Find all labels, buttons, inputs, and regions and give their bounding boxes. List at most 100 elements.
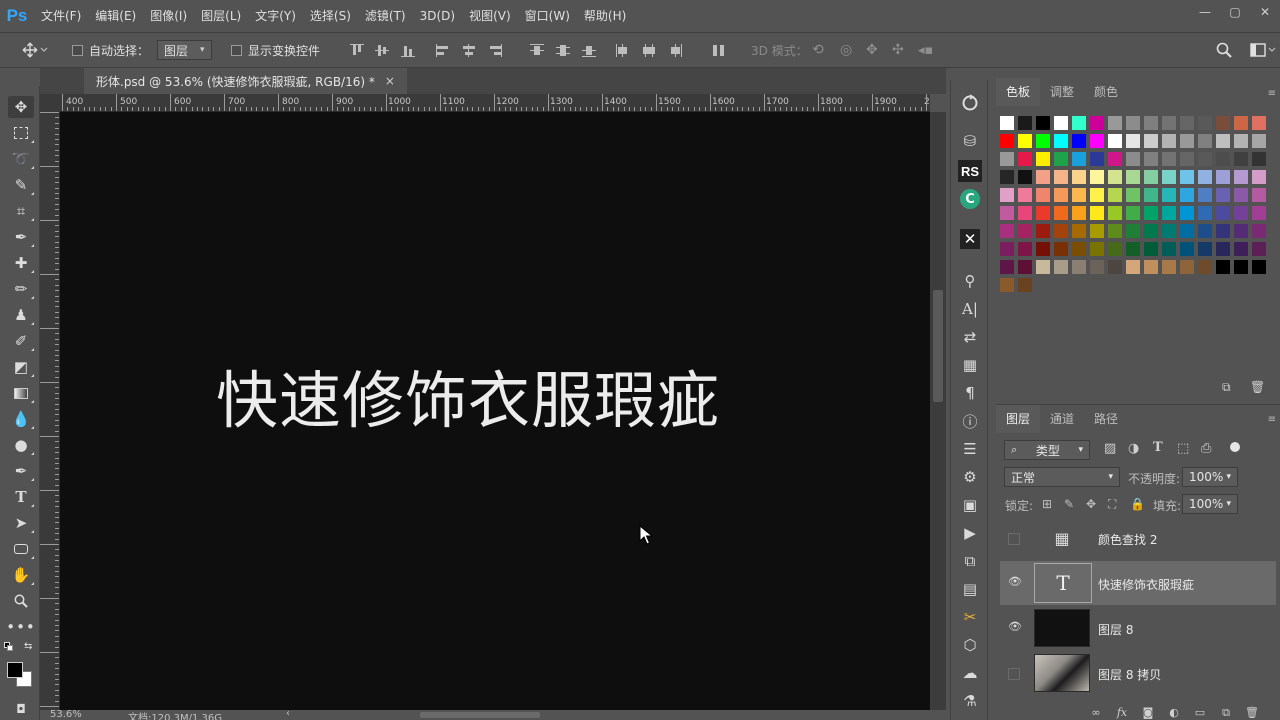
color-swatch[interactable]: [1126, 152, 1140, 166]
distribute-vertical-center-icon[interactable]: [556, 44, 570, 57]
color-swatch[interactable]: [1054, 116, 1068, 130]
color-swatch[interactable]: [1108, 260, 1122, 274]
document-size-info[interactable]: 文档:120.3M/1.36G: [128, 709, 222, 720]
color-swatch[interactable]: [1234, 116, 1248, 130]
color-swatch[interactable]: [1018, 152, 1032, 166]
color-swatch[interactable]: [1108, 224, 1122, 238]
color-swatch[interactable]: [1036, 116, 1050, 130]
color-swatch[interactable]: [1234, 152, 1248, 166]
tab-adjustments[interactable]: 调整: [1040, 78, 1084, 106]
color-swatch[interactable]: [1180, 170, 1194, 184]
link-layers-icon[interactable]: ∞: [1088, 706, 1104, 720]
foreground-color-swatch[interactable]: [7, 662, 23, 678]
layer-row[interactable]: ▦ 颜色查找 2: [1000, 516, 1276, 560]
color-swatch[interactable]: [1000, 224, 1014, 238]
rectangular-marquee-tool-icon[interactable]: [8, 122, 34, 144]
align-left-icon[interactable]: [436, 44, 450, 57]
color-swatch[interactable]: [1162, 206, 1176, 220]
spot-healing-brush-tool-icon[interactable]: ✚: [8, 252, 34, 274]
grid-panel-icon[interactable]: ▦: [958, 354, 982, 376]
color-swatch[interactable]: [1054, 170, 1068, 184]
color-swatch[interactable]: [1216, 134, 1230, 148]
menu-image[interactable]: 图像(I): [143, 0, 194, 32]
filter-type-layer-icon[interactable]: T: [1153, 440, 1163, 455]
color-swatch[interactable]: [1252, 134, 1266, 148]
color-swatch[interactable]: [1162, 134, 1176, 148]
color-swatch[interactable]: [1216, 188, 1230, 202]
color-swatch[interactable]: [1072, 170, 1086, 184]
creative-cloud-icon[interactable]: ☁: [958, 662, 982, 684]
layer-row-selected[interactable]: 👁 T 快速修饰衣服瑕疵: [1000, 561, 1276, 605]
workspace-switcher-icon[interactable]: [1250, 33, 1276, 67]
tab-layers[interactable]: 图层: [996, 405, 1041, 433]
color-swatch[interactable]: [1018, 278, 1032, 292]
filter-smart-object-icon[interactable]: ⎙: [1201, 441, 1211, 456]
color-swatch[interactable]: [1198, 134, 1212, 148]
clone-source-icon[interactable]: ⧉: [958, 550, 982, 572]
move-tool-preset-icon[interactable]: [22, 33, 48, 67]
properties-panel-icon[interactable]: ⚙: [958, 466, 982, 488]
delete-layer-icon[interactable]: 🗑: [1244, 706, 1260, 720]
vertical-ruler[interactable]: [40, 112, 60, 710]
auto-select-checkbox[interactable]: 自动选择：: [72, 33, 149, 67]
color-swatch[interactable]: [1000, 206, 1014, 220]
color-swatch[interactable]: [1216, 224, 1230, 238]
align-right-icon[interactable]: [488, 44, 502, 57]
color-swatch[interactable]: [1180, 260, 1194, 274]
swap-colors-icon[interactable]: ⇆: [24, 641, 32, 652]
brush-tool-icon[interactable]: ✏: [8, 278, 34, 300]
layer-row[interactable]: 图层 8 拷贝: [1000, 651, 1276, 695]
restore-button[interactable]: ▢: [1220, 0, 1250, 24]
color-swatch[interactable]: [1234, 242, 1248, 256]
menu-3d[interactable]: 3D(D): [413, 0, 462, 32]
horizontal-ruler[interactable]: 400 500 600 700 800 900 1000 1100 1200 1…: [60, 94, 930, 112]
color-swatch[interactable]: [1126, 260, 1140, 274]
document-tab[interactable]: 形体.psd @ 53.6% (快速修饰衣服瑕疵, RGB/16) * ×: [84, 68, 407, 94]
layer-name[interactable]: 图层 8: [1098, 621, 1133, 638]
toolbar-grip[interactable]: [0, 68, 40, 86]
eyedropper-tool-icon[interactable]: ✒: [8, 226, 34, 248]
menu-filter[interactable]: 滤镜(T): [358, 0, 413, 32]
color-swatch[interactable]: [1234, 260, 1248, 274]
color-swatch[interactable]: [1018, 260, 1032, 274]
tab-channels[interactable]: 通道: [1040, 405, 1084, 433]
menu-view[interactable]: 视图(V): [462, 0, 518, 32]
color-swatch[interactable]: [1198, 152, 1212, 166]
color-swatch[interactable]: [1198, 170, 1212, 184]
color-swatch[interactable]: [1018, 224, 1032, 238]
lock-image-pixels-icon[interactable]: ✎: [1064, 497, 1074, 511]
filter-toggle-icon[interactable]: [1230, 442, 1240, 452]
auto-select-target-select[interactable]: 图层 ▾: [157, 40, 212, 60]
color-swatch[interactable]: [1216, 170, 1230, 184]
color-swatch[interactable]: [1144, 224, 1158, 238]
color-swatch[interactable]: [1144, 260, 1158, 274]
visibility-toggle-off[interactable]: [1008, 668, 1020, 680]
color-swatch[interactable]: [1162, 224, 1176, 238]
color-swatch[interactable]: [1072, 152, 1086, 166]
color-swatch[interactable]: [1126, 170, 1140, 184]
color-swatch[interactable]: [1090, 170, 1104, 184]
color-swatch[interactable]: [1126, 224, 1140, 238]
color-swatch[interactable]: [1162, 116, 1176, 130]
color-swatch[interactable]: [1000, 242, 1014, 256]
menu-file[interactable]: 文件(F): [34, 0, 88, 32]
color-swatch[interactable]: [1162, 242, 1176, 256]
menu-select[interactable]: 选择(S): [303, 0, 358, 32]
color-swatch[interactable]: [1162, 170, 1176, 184]
color-swatch[interactable]: [1252, 224, 1266, 238]
color-swatch[interactable]: [1108, 206, 1122, 220]
color-swatch[interactable]: [1234, 134, 1248, 148]
color-swatch[interactable]: [1090, 188, 1104, 202]
new-adjustment-layer-icon[interactable]: ◐: [1166, 706, 1182, 720]
distribute-horizontal-center-icon[interactable]: [642, 44, 656, 57]
info-panel-icon[interactable]: ⓘ: [958, 410, 982, 432]
new-swatch-icon[interactable]: ⧉: [1222, 380, 1231, 395]
color-swatch[interactable]: [1036, 134, 1050, 148]
color-swatch[interactable]: [1108, 242, 1122, 256]
add-mask-icon[interactable]: ◙: [1140, 706, 1156, 720]
color-swatch[interactable]: [1252, 170, 1266, 184]
color-swatch[interactable]: [1090, 134, 1104, 148]
align-vertical-center-icon[interactable]: [375, 44, 389, 57]
color-swatch[interactable]: [1216, 116, 1230, 130]
color-swatch[interactable]: [1252, 242, 1266, 256]
